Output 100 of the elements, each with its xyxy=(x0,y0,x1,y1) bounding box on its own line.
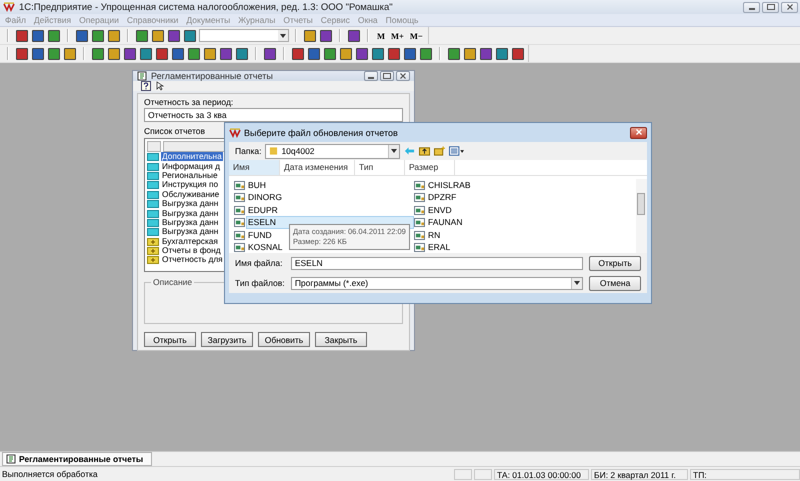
status-cell: БИ: 2 квартал 2011 г. xyxy=(591,468,688,480)
close-button[interactable] xyxy=(396,71,410,81)
file-item[interactable]: ENVD xyxy=(428,204,454,216)
cancel-button[interactable]: Отмена xyxy=(589,276,641,290)
toolbar-button[interactable] xyxy=(31,28,45,42)
dialog-button[interactable]: Закрыть xyxy=(315,332,367,347)
toolbar-button[interactable] xyxy=(167,28,181,42)
toolbar-button[interactable] xyxy=(463,46,477,60)
column-header[interactable]: Имя xyxy=(229,160,280,175)
toolbar-button[interactable]: M+ xyxy=(389,28,406,42)
toolbar-button[interactable] xyxy=(15,46,29,60)
toolbar-button[interactable] xyxy=(107,28,121,42)
dialog-button[interactable]: Обновить xyxy=(258,332,310,347)
toolbar-button[interactable] xyxy=(47,28,61,42)
folder-plus-icon xyxy=(147,255,159,264)
toolbar-button[interactable] xyxy=(203,46,217,60)
toolbar-button[interactable] xyxy=(307,46,321,60)
report-list-item[interactable]: Инструкция по xyxy=(161,180,220,190)
toolbar-button[interactable] xyxy=(263,46,277,60)
toolbar-button[interactable] xyxy=(155,46,169,60)
toolbar-button[interactable] xyxy=(347,28,361,42)
toolbar-button[interactable] xyxy=(419,46,433,60)
file-item[interactable]: FAUNAN xyxy=(428,217,464,228)
report-list-item[interactable]: Отчеты в фонд xyxy=(161,246,222,256)
toolbar-button[interactable] xyxy=(323,46,337,60)
toolbar-button[interactable] xyxy=(339,46,353,60)
help-icon[interactable] xyxy=(141,81,151,91)
dialog-button[interactable]: Открыть xyxy=(144,332,196,347)
dialog-button[interactable]: Загрузить xyxy=(201,332,253,347)
toolbar-button[interactable] xyxy=(355,46,369,60)
maximize-button[interactable] xyxy=(380,71,394,81)
toolbar-button[interactable]: M xyxy=(375,28,388,42)
scrollbar[interactable] xyxy=(636,179,647,253)
report-list-item[interactable]: Дополнительна xyxy=(161,152,223,162)
toolbar-button[interactable] xyxy=(303,28,317,42)
toolbar-button[interactable] xyxy=(183,28,197,42)
new-folder-icon[interactable] xyxy=(434,146,446,156)
toolbar-button[interactable] xyxy=(151,28,165,42)
toolbar-button[interactable] xyxy=(75,28,89,42)
toolbar-button[interactable] xyxy=(319,28,333,42)
minimize-button[interactable] xyxy=(364,71,378,81)
toolbar-button[interactable] xyxy=(387,46,401,60)
toolbar-button[interactable] xyxy=(47,46,61,60)
toolbar-button[interactable] xyxy=(171,46,185,60)
close-button[interactable] xyxy=(630,126,647,138)
report-list-item[interactable]: Выгрузка данн xyxy=(161,199,220,208)
toolbar-button[interactable] xyxy=(31,46,45,60)
file-item[interactable]: RN xyxy=(428,230,442,241)
column-header[interactable]: Тип xyxy=(355,160,405,175)
view-menu-icon[interactable] xyxy=(449,146,464,156)
report-list-item[interactable]: Информация д xyxy=(161,162,221,171)
toolbar-button[interactable] xyxy=(371,46,385,60)
file-item[interactable]: EDUPR xyxy=(248,204,280,216)
restore-button[interactable] xyxy=(762,2,779,12)
filename-field[interactable]: ESELN xyxy=(290,256,584,270)
report-list-item[interactable]: Выгрузка данн xyxy=(161,208,220,218)
filetype-dropdown[interactable]: Программы (*.exe) xyxy=(290,276,584,290)
file-item[interactable]: DPZRF xyxy=(428,192,458,204)
toolbar-button[interactable] xyxy=(135,28,149,42)
toolbar-button[interactable] xyxy=(15,28,29,42)
pointer-help-icon[interactable] xyxy=(156,81,166,91)
toolbar-button[interactable] xyxy=(139,46,153,60)
file-item[interactable]: KOSNAL xyxy=(248,242,284,253)
status-cell: ТП: xyxy=(690,468,800,480)
toolbar-button[interactable] xyxy=(91,46,105,60)
report-list-item[interactable]: Бухгалтерская xyxy=(161,236,219,246)
toolbar-button[interactable] xyxy=(495,46,509,60)
column-header[interactable]: Дата изменения xyxy=(280,160,355,175)
toolbar-button[interactable] xyxy=(235,46,249,60)
toolbar-button[interactable] xyxy=(123,46,137,60)
report-list-item[interactable]: Обслуживание xyxy=(161,190,220,199)
toolbar-button[interactable] xyxy=(447,46,461,60)
report-list-item[interactable]: Региональные xyxy=(161,170,219,180)
window-tab[interactable]: Регламентированные отчеты xyxy=(2,452,152,466)
toolbar-button[interactable] xyxy=(63,46,77,60)
minimize-button[interactable] xyxy=(743,2,760,12)
toolbar-button[interactable] xyxy=(479,46,493,60)
toolbar-button[interactable] xyxy=(187,46,201,60)
folder-icon xyxy=(147,180,159,190)
toolbar-button[interactable]: M− xyxy=(408,28,425,42)
toolbar-button[interactable] xyxy=(403,46,417,60)
close-button[interactable] xyxy=(781,2,798,12)
toolbar-button[interactable] xyxy=(107,46,121,60)
toolbar-button[interactable] xyxy=(511,46,525,60)
file-item[interactable]: DINORG xyxy=(248,192,284,204)
toolbar-button[interactable] xyxy=(91,28,105,42)
toolbar-button[interactable] xyxy=(291,46,305,60)
column-header[interactable]: Размер xyxy=(405,160,455,175)
file-item[interactable]: FUND xyxy=(248,230,274,241)
report-list-item[interactable]: Выгрузка данн xyxy=(161,227,220,236)
folder-dropdown[interactable]: 10q4002 xyxy=(265,144,400,158)
period-field[interactable]: Отчетность за 3 ква xyxy=(144,108,403,122)
folder-up-icon[interactable] xyxy=(419,146,430,156)
report-list-item[interactable]: Выгрузка данн xyxy=(161,218,220,227)
open-button[interactable]: Открыть xyxy=(589,256,641,270)
toolbar-button[interactable] xyxy=(219,46,233,60)
report-list-item[interactable]: Отчетность для xyxy=(161,255,224,264)
file-item[interactable]: CHISLRAB xyxy=(428,180,473,191)
file-item[interactable]: ERAL xyxy=(428,242,452,253)
file-item[interactable]: BUH xyxy=(248,180,268,191)
